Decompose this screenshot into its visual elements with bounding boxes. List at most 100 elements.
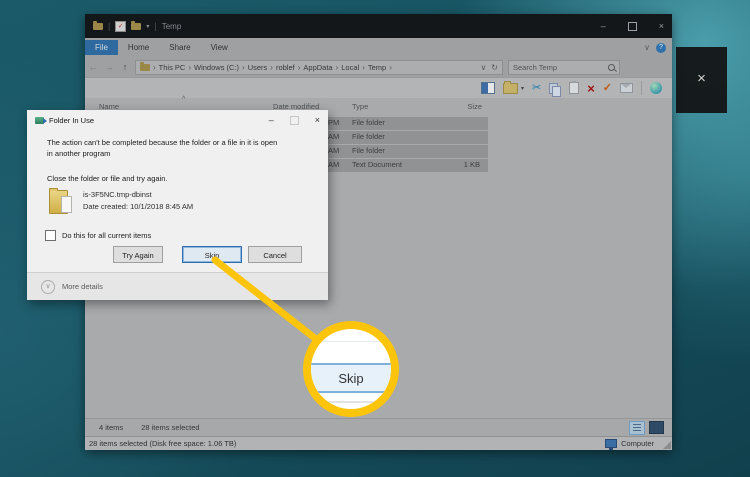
status-details: 28 items selected (Disk free space: 1.06… xyxy=(85,439,236,448)
breadcrumb-temp[interactable]: Temp xyxy=(368,63,386,72)
help-icon[interactable]: ? xyxy=(656,43,666,53)
maximize-button[interactable] xyxy=(628,22,637,31)
breadcrumb-users[interactable]: Users xyxy=(248,63,268,72)
row-date: AM xyxy=(328,160,339,169)
dialog-item-date: Date created: 10/1/2018 8:45 AM xyxy=(83,202,193,211)
folder-icon[interactable] xyxy=(93,23,103,30)
folder-icon xyxy=(140,64,150,71)
dialog-window-controls: – × xyxy=(269,115,320,125)
breadcrumb-appdata[interactable]: AppData xyxy=(303,63,332,72)
tab-file[interactable]: File xyxy=(85,40,118,55)
breadcrumb-separator: › xyxy=(188,63,191,72)
dialog-minimize-button[interactable]: – xyxy=(269,115,274,125)
delete-icon[interactable]: × xyxy=(587,82,595,95)
dialog-message-secondary: Close the folder or file and try again. xyxy=(47,174,167,183)
dialog-close-button[interactable]: × xyxy=(315,115,320,125)
window-controls: – × xyxy=(601,21,664,31)
cancel-button[interactable]: Cancel xyxy=(248,246,302,263)
classic-toolbar: ▾ ✂ × ✓ xyxy=(85,77,672,98)
expand-ribbon-icon[interactable]: ∨ xyxy=(644,43,650,52)
resize-grip[interactable] xyxy=(663,441,671,449)
folder-in-use-dialog: Folder In Use – × The action can't be co… xyxy=(27,110,328,300)
sort-ascending-icon: ^ xyxy=(182,96,185,103)
more-details-link[interactable]: More details xyxy=(62,282,103,291)
window-title: Temp xyxy=(162,22,182,31)
forward-button[interactable]: → xyxy=(101,62,117,72)
breadcrumb-roblef[interactable]: roblef xyxy=(276,63,295,72)
overlay-close-icon[interactable]: × xyxy=(697,71,706,86)
column-header-type[interactable]: Type xyxy=(352,102,368,111)
row-type: File folder xyxy=(352,146,385,155)
preview-pane-icon[interactable] xyxy=(481,82,495,94)
breadcrumb-this-pc[interactable]: This PC xyxy=(159,63,186,72)
dialog-title: Folder In Use xyxy=(49,116,94,125)
details-view-button[interactable] xyxy=(629,421,645,435)
thumbnail-view-button[interactable] xyxy=(649,421,664,434)
tab-share[interactable]: Share xyxy=(159,40,200,55)
address-bar[interactable]: › This PC › Windows (C:) › Users › roble… xyxy=(135,60,503,75)
callout-skip-label: Skip xyxy=(338,371,363,386)
breadcrumb-separator: › xyxy=(242,63,245,72)
minimize-button[interactable]: – xyxy=(601,21,606,31)
up-button[interactable]: ↑ xyxy=(117,62,133,72)
breadcrumb-windows-c[interactable]: Windows (C:) xyxy=(194,63,239,72)
back-button[interactable]: ← xyxy=(85,62,101,72)
breadcrumb-separator: › xyxy=(336,63,339,72)
new-folder-icon[interactable] xyxy=(503,83,518,94)
toolbar-separator xyxy=(641,81,642,95)
dialog-message-primary: The action can't be completed because th… xyxy=(47,138,279,160)
breadcrumb-separator: › xyxy=(298,63,301,72)
checkbox[interactable] xyxy=(45,230,56,241)
dialog-item-name: is-3F5NC.tmp-dbinst xyxy=(83,190,152,199)
ribbon-tabs: File Home Share View ∨ ? xyxy=(85,38,672,57)
dialog-maximize-button xyxy=(290,116,299,125)
dialog-titlebar: Folder In Use – × xyxy=(27,110,328,130)
titlebar: | ✓ ▾ | Temp – × xyxy=(85,14,672,38)
tab-view[interactable]: View xyxy=(201,40,238,55)
desktop-background: × | ✓ ▾ | Temp – × File Home Share xyxy=(0,0,750,477)
dialog-buttons: Try Again Skip Cancel xyxy=(27,246,328,264)
callout-detail-line xyxy=(311,341,391,342)
ribbon-right: ∨ ? xyxy=(644,43,672,53)
row-type: File folder xyxy=(352,118,385,127)
overlay-close-panel: × xyxy=(676,47,727,113)
qat-dropdown-icon[interactable]: ▾ xyxy=(146,23,149,30)
close-button[interactable]: × xyxy=(659,21,664,31)
row-date: AM xyxy=(328,146,339,155)
quick-access-toolbar: | ✓ ▾ | Temp xyxy=(93,21,181,32)
search-icon[interactable] xyxy=(608,64,615,71)
more-details-chevron-icon[interactable]: ∨ xyxy=(41,280,55,294)
separator: | xyxy=(108,21,110,31)
column-header-size[interactable]: Size xyxy=(435,102,482,111)
paste-icon[interactable] xyxy=(569,82,579,94)
refresh-icon[interactable]: ↻ xyxy=(491,63,498,72)
shell-icon[interactable] xyxy=(650,82,662,94)
tab-home[interactable]: Home xyxy=(118,40,159,55)
folder-icon xyxy=(49,186,73,216)
callout-detail-line xyxy=(311,401,391,403)
breadcrumb-separator: › xyxy=(270,63,273,72)
status-location: Computer xyxy=(621,439,654,448)
dialog-footer: ∨ More details xyxy=(27,272,328,300)
breadcrumb-separator: › xyxy=(153,63,156,72)
breadcrumb-local[interactable]: Local xyxy=(341,63,359,72)
apply-to-all-checkbox-row[interactable]: Do this for all current items xyxy=(45,230,151,241)
skip-button[interactable]: Skip xyxy=(182,246,242,263)
navigation-bar: ← → ↑ › This PC › Windows (C:) › Users ›… xyxy=(85,57,672,77)
callout-skip-highlight: Skip xyxy=(303,321,399,417)
cut-icon[interactable]: ✂ xyxy=(532,83,541,94)
selected-count: 28 items selected xyxy=(141,423,199,432)
address-dropdown-icon[interactable]: ∨ xyxy=(480,63,486,72)
folder-icon[interactable] xyxy=(131,23,141,30)
search-box[interactable] xyxy=(508,60,620,75)
magnified-skip-button[interactable]: Skip xyxy=(307,363,395,393)
copy-icon[interactable] xyxy=(549,83,558,94)
checkbox-toolbar-icon[interactable]: ✓ xyxy=(115,21,126,32)
search-input[interactable] xyxy=(513,63,608,72)
new-folder-dropdown-icon[interactable]: ▾ xyxy=(521,85,524,92)
confirm-icon[interactable]: ✓ xyxy=(603,83,612,94)
email-icon[interactable] xyxy=(620,83,633,93)
breadcrumb-separator: › xyxy=(389,63,392,72)
try-again-button[interactable]: Try Again xyxy=(113,246,163,263)
separator: | xyxy=(154,21,156,31)
